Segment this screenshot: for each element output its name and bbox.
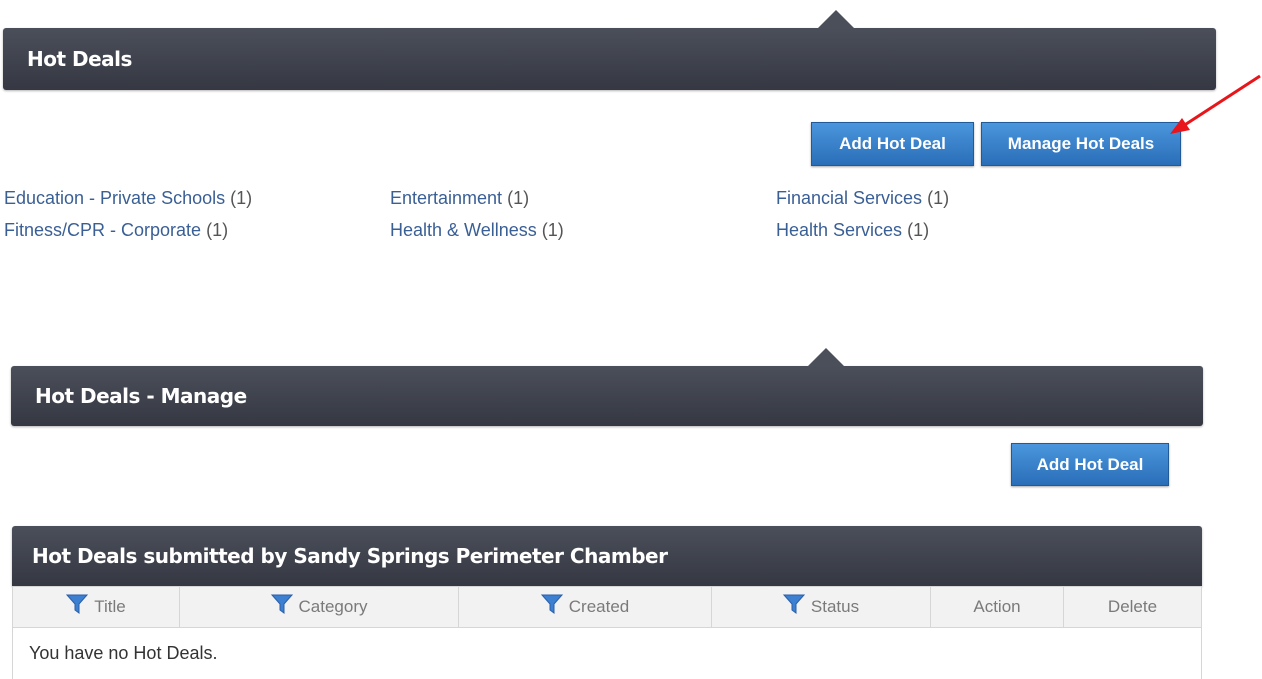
category-link-health-wellness[interactable]: Health & Wellness (1): [390, 220, 564, 241]
table-header-row: Title Category Created Status Action Del…: [12, 586, 1202, 628]
manage-header: Hot Deals - Manage: [11, 348, 1203, 426]
column-header-created[interactable]: Created: [459, 587, 712, 627]
funnel-icon[interactable]: [66, 593, 89, 615]
funnel-icon[interactable]: [270, 593, 293, 615]
hot-deals-title: Hot Deals: [27, 47, 132, 71]
table-row: You have no Hot Deals.: [12, 628, 1202, 679]
category-link-entertainment[interactable]: Entertainment (1): [390, 188, 529, 209]
column-header-action: Action: [931, 587, 1064, 627]
category-link-education[interactable]: Education - Private Schools (1): [4, 188, 252, 209]
column-header-title[interactable]: Title: [13, 587, 180, 627]
hot-deals-header: Hot Deals: [3, 10, 1216, 90]
column-header-delete: Delete: [1107, 597, 1158, 616]
manage-header-notch: [808, 348, 844, 366]
column-header-category[interactable]: Category: [180, 587, 459, 627]
funnel-icon[interactable]: [540, 593, 563, 615]
add-hot-deal-button[interactable]: Add Hot Deal: [811, 122, 974, 166]
manage-title: Hot Deals - Manage: [35, 384, 247, 408]
manage-hot-deals-button[interactable]: Manage Hot Deals: [981, 122, 1181, 166]
empty-message: You have no Hot Deals.: [29, 643, 218, 663]
submitted-title: Hot Deals submitted by Sandy Springs Per…: [32, 544, 668, 568]
submitted-header: Hot Deals submitted by Sandy Springs Per…: [12, 526, 1202, 586]
column-header-status[interactable]: Status: [712, 587, 931, 627]
manage-add-hot-deal-button[interactable]: Add Hot Deal: [1011, 443, 1169, 486]
category-link-health-services[interactable]: Health Services (1): [776, 220, 929, 241]
header-notch: [818, 10, 854, 28]
category-link-financial[interactable]: Financial Services (1): [776, 188, 949, 209]
funnel-icon[interactable]: [782, 593, 805, 615]
category-link-fitness[interactable]: Fitness/CPR - Corporate (1): [4, 220, 228, 241]
red-arrow-icon: [1170, 74, 1261, 134]
